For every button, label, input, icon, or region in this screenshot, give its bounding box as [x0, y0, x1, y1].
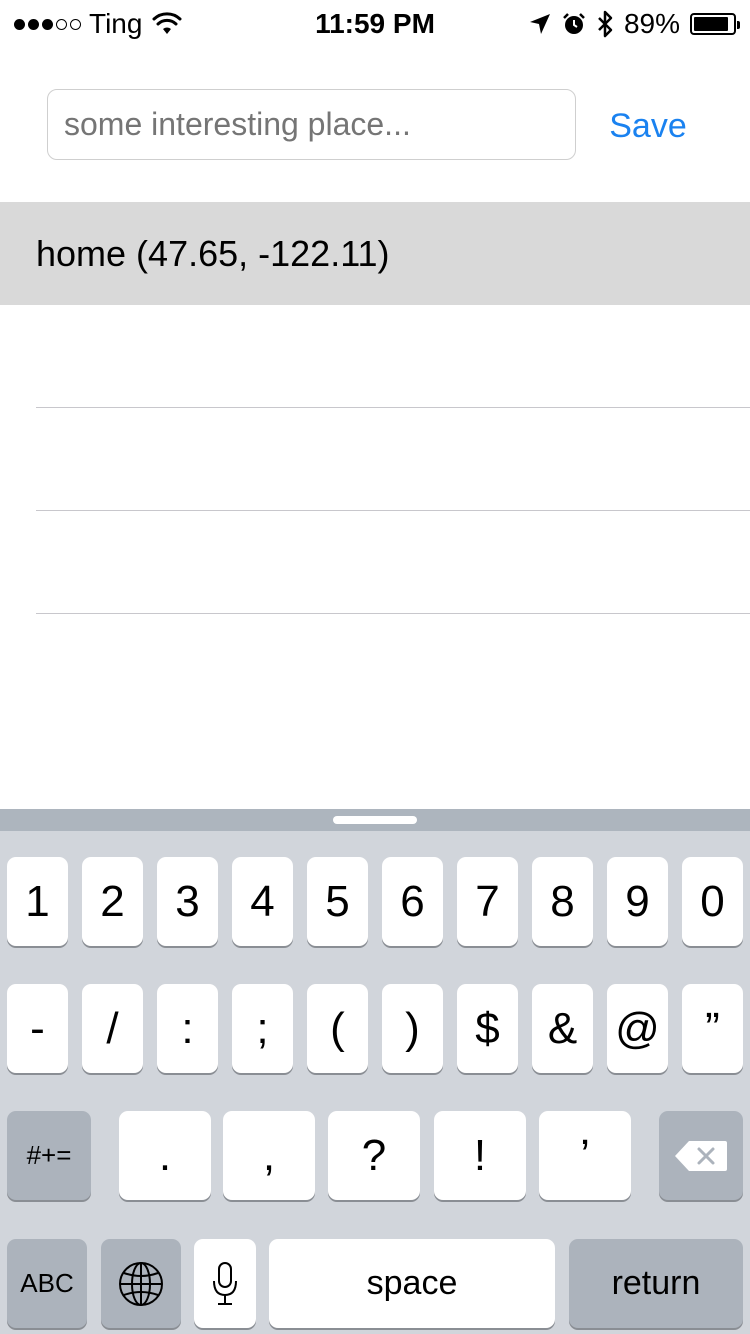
bluetooth-icon	[598, 10, 613, 38]
microphone-icon	[213, 1261, 237, 1305]
key-dollar[interactable]: $	[457, 984, 518, 1073]
list-item[interactable]	[0, 305, 750, 408]
delete-icon	[675, 1140, 727, 1171]
key-comma[interactable]: ,	[223, 1111, 315, 1200]
key-slash[interactable]: /	[82, 984, 143, 1073]
key-3[interactable]: 3	[157, 857, 218, 946]
dictation-button[interactable]	[194, 1239, 256, 1328]
key-8[interactable]: 8	[532, 857, 593, 946]
key-5[interactable]: 5	[307, 857, 368, 946]
battery-level	[694, 17, 728, 31]
save-button[interactable]: Save	[590, 96, 706, 156]
keyboard-drag-handle[interactable]	[333, 816, 417, 824]
place-name-input[interactable]	[47, 89, 576, 160]
key-period[interactable]: .	[119, 1111, 211, 1200]
delete-button[interactable]	[659, 1111, 743, 1200]
key-open-paren[interactable]: (	[307, 984, 368, 1073]
key-quote[interactable]: ”	[682, 984, 743, 1073]
space-bar[interactable]: space	[269, 1239, 555, 1328]
list-item-label: home (47.65, -122.11)	[36, 233, 390, 274]
key-2[interactable]: 2	[82, 857, 143, 946]
key-semicolon[interactable]: ;	[232, 984, 293, 1073]
location-arrow-icon	[529, 14, 550, 34]
key-hyphen[interactable]: -	[7, 984, 68, 1073]
status-right: 89%	[528, 6, 740, 42]
keyboard-top-bar	[0, 809, 750, 831]
list-item[interactable]	[0, 511, 750, 614]
key-at[interactable]: @	[607, 984, 668, 1073]
key-colon[interactable]: :	[157, 984, 218, 1073]
return-button[interactable]: return	[569, 1239, 743, 1328]
key-question[interactable]: ?	[328, 1111, 420, 1200]
battery-percent: 89%	[623, 8, 680, 39]
abc-button[interactable]: ABC	[7, 1239, 87, 1328]
key-close-paren[interactable]: )	[382, 984, 443, 1073]
alarm-clock-icon	[563, 13, 585, 34]
globe-icon	[119, 1261, 163, 1306]
list-item[interactable]	[0, 614, 750, 717]
key-6[interactable]: 6	[382, 857, 443, 946]
key-0[interactable]: 0	[682, 857, 743, 946]
key-1[interactable]: 1	[7, 857, 68, 946]
list-item[interactable]: home (47.65, -122.11)	[0, 202, 750, 305]
status-bar: Ting 11:59 PM 89%	[0, 0, 750, 48]
battery-icon	[690, 13, 740, 35]
list-item[interactable]	[0, 408, 750, 511]
key-4[interactable]: 4	[232, 857, 293, 946]
places-list: home (47.65, -122.11)	[0, 202, 750, 717]
globe-button[interactable]	[101, 1239, 181, 1328]
key-7[interactable]: 7	[457, 857, 518, 946]
key-apostrophe[interactable]: ’	[539, 1111, 631, 1200]
key-more-symbols[interactable]: #+=	[7, 1111, 91, 1200]
key-9[interactable]: 9	[607, 857, 668, 946]
keyboard: 1 2 3 4 5 6 7 8 9 0 - / : ; ( ) $ & @ ” …	[0, 809, 750, 1334]
key-exclamation[interactable]: !	[434, 1111, 526, 1200]
key-ampersand[interactable]: &	[532, 984, 593, 1073]
